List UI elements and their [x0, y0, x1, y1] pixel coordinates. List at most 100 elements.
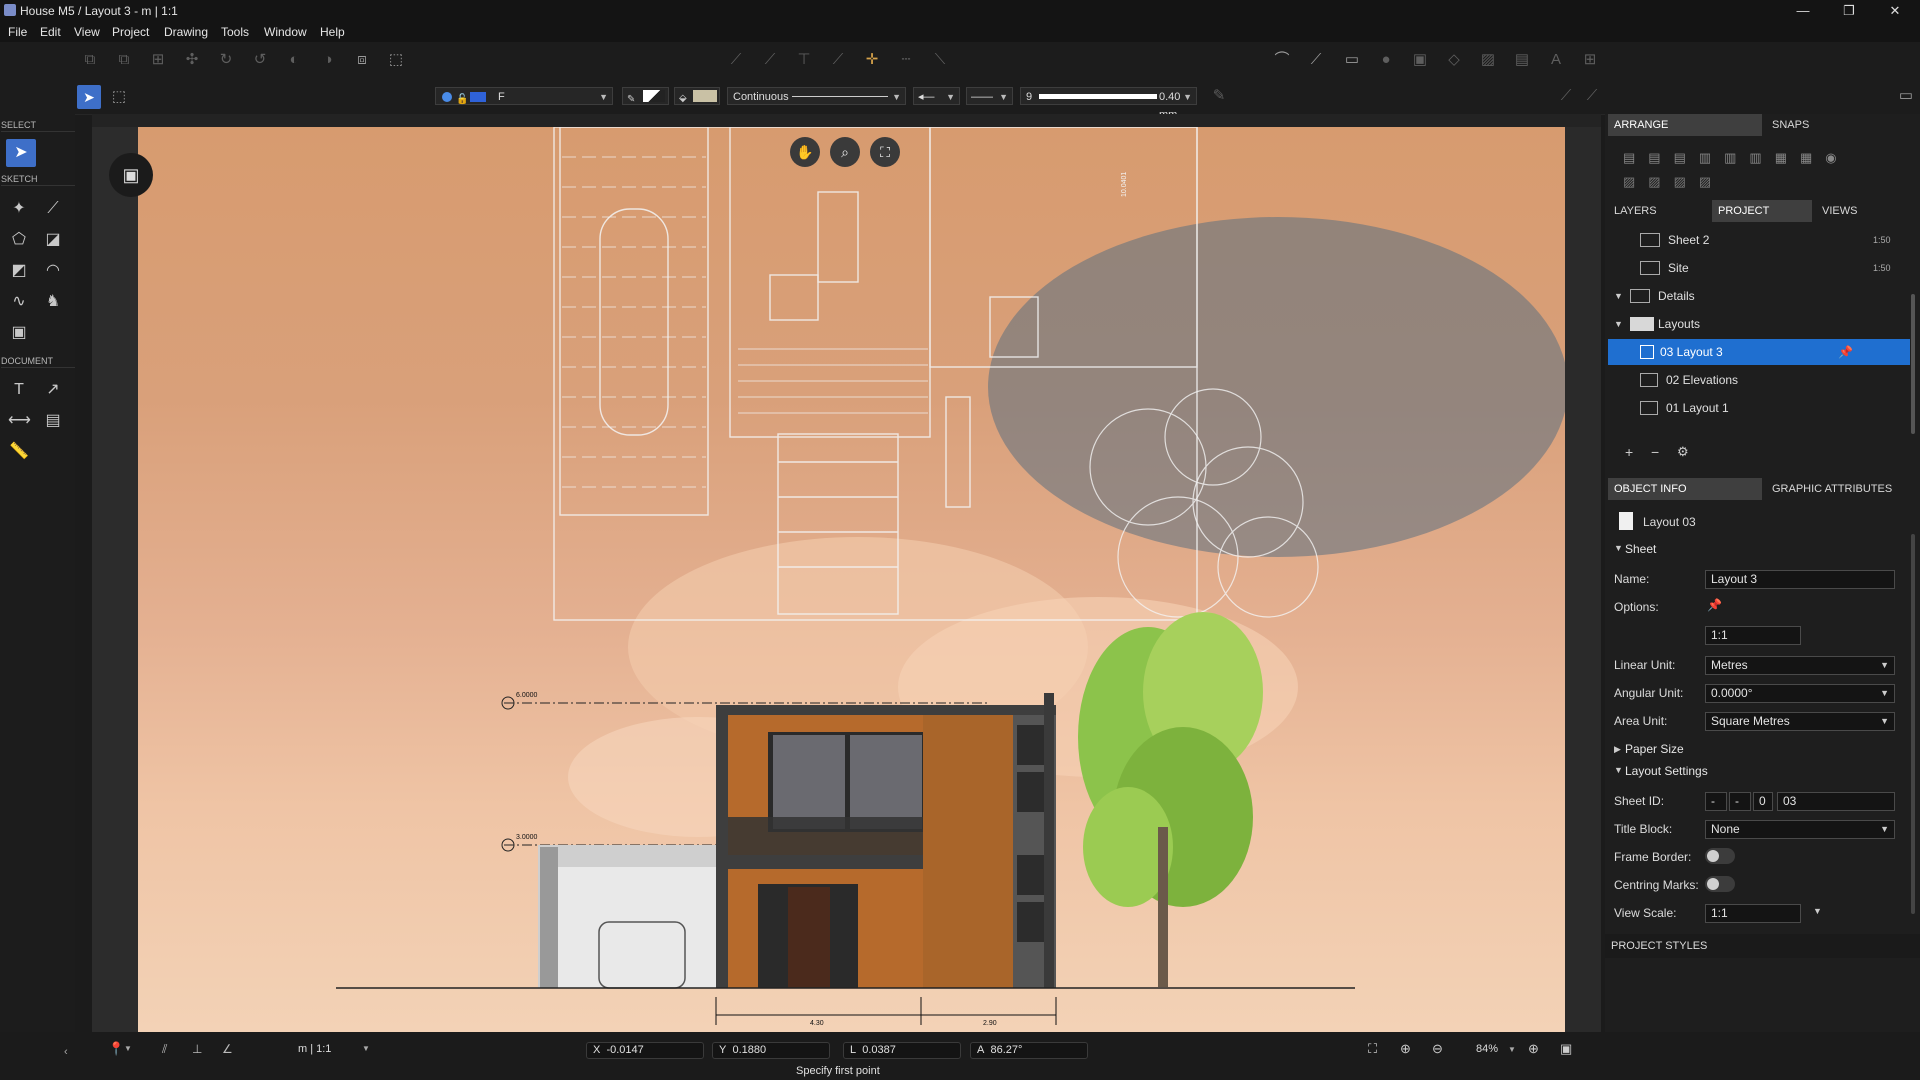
view-scale-field[interactable]: 1:1 — [1705, 904, 1801, 923]
perpendicular-snap-icon[interactable]: ⊥ — [192, 1042, 202, 1056]
symbol-tool-icon[interactable]: ♞ — [42, 291, 64, 313]
tree-item-elevations[interactable]: 02 Elevations — [1608, 367, 1908, 393]
mirror-icon[interactable]: ◐ — [284, 50, 304, 70]
fit-view-icon[interactable]: ⛶ — [870, 137, 900, 167]
options-scale-field[interactable]: 1:1 — [1705, 626, 1801, 645]
group-icon[interactable]: ⧉ — [80, 50, 100, 70]
tree-item-layouts[interactable]: ▼ Layouts — [1608, 311, 1908, 337]
tree-item-layout-1[interactable]: 01 Layout 1 — [1608, 395, 1908, 421]
chamfer-icon[interactable]: ⟋ — [1306, 50, 1326, 70]
close-button[interactable]: ✕ — [1872, 0, 1918, 22]
title-block-select[interactable]: None▼ — [1705, 820, 1895, 839]
image-icon[interactable]: ▤ — [1512, 50, 1532, 70]
zoom-fit-icon[interactable]: ⛶ — [1368, 1041, 1377, 1057]
linear-unit-select[interactable]: Metres▼ — [1705, 656, 1895, 675]
layer-dropdown[interactable]: 🔓 F ▼ — [435, 87, 613, 105]
menu-project[interactable]: Project — [112, 25, 149, 39]
marquee-select-icon[interactable]: ⬚ — [109, 87, 129, 107]
frame-border-toggle[interactable] — [1705, 848, 1735, 864]
zoom-level[interactable]: 84% — [1476, 1043, 1498, 1055]
remove-item-button[interactable]: − — [1651, 444, 1659, 460]
select-tool-icon[interactable]: ➤ — [6, 139, 36, 167]
rectangle-tool-icon[interactable]: ▭ — [1342, 50, 1362, 70]
arrowhead-start-dropdown[interactable]: ◂— ▼ — [913, 87, 960, 105]
tab-project[interactable]: PROJECT — [1712, 200, 1812, 222]
pin-icon[interactable]: 📍 — [108, 1041, 124, 1057]
add-item-button[interactable]: + — [1625, 444, 1633, 460]
pin-icon[interactable]: 📌 — [1707, 598, 1722, 612]
menu-drawing[interactable]: Drawing — [164, 25, 208, 39]
angular-unit-select[interactable]: 0.0000°▼ — [1705, 684, 1895, 703]
info-scrollbar[interactable] — [1911, 534, 1915, 914]
ungroup-icon[interactable]: ⧉ — [114, 50, 134, 70]
tree-item-details[interactable]: ▼ Details — [1608, 283, 1908, 309]
angle-snap-icon[interactable]: ∠ — [222, 1042, 233, 1056]
crop-icon[interactable]: ⬚ — [386, 50, 406, 70]
length-field[interactable]: L 0.0387 — [843, 1042, 961, 1059]
distribute-icons[interactable]: ▨▨▨▨ — [1623, 174, 1913, 190]
parallel-snap-icon[interactable]: ⫽ — [162, 1042, 167, 1057]
point-tool-icon[interactable]: ✦ — [8, 198, 30, 220]
tab-snaps[interactable]: SNAPS — [1766, 114, 1920, 136]
fill-style-dropdown[interactable]: ⬙ — [674, 87, 720, 105]
rotate-text-icon[interactable]: ↺ — [250, 50, 270, 70]
selection-arrow-icon[interactable]: ➤ — [77, 85, 101, 109]
image-tool-icon[interactable]: ▣ — [8, 322, 30, 344]
centring-marks-toggle[interactable] — [1705, 876, 1735, 892]
polygon-tool-icon[interactable]: ⬠ — [8, 229, 30, 251]
hatch-tool-icon[interactable]: ◩ — [8, 260, 30, 282]
line-type-dropdown[interactable]: Continuous ▼ — [727, 87, 906, 105]
zoom-out-icon[interactable]: ⊖ — [1432, 1041, 1443, 1057]
angle-field[interactable]: A 86.27° — [970, 1042, 1088, 1059]
zoom-icon[interactable]: ⌕ — [830, 137, 860, 167]
offset-icon[interactable]: ┄ — [896, 50, 916, 70]
pick-attributes-icon[interactable]: ⟋ — [1556, 86, 1576, 106]
layout-settings-header[interactable]: Layout Settings — [1625, 764, 1708, 778]
paper-size-header[interactable]: Paper Size — [1625, 742, 1684, 756]
minimize-button[interactable]: — — [1780, 0, 1826, 22]
apply-attributes-icon[interactable]: ⟋ — [1582, 86, 1602, 106]
rotate-icon[interactable]: ↻ — [216, 50, 236, 70]
name-field[interactable]: Layout 3 — [1705, 570, 1895, 589]
align-icons[interactable]: ▤▤▤▥▥▥▦▦◉ — [1623, 150, 1913, 166]
vertical-scrollbar[interactable] — [1565, 127, 1601, 1032]
panel-toggle-icon[interactable]: ▭ — [1896, 86, 1916, 106]
line-weight-dropdown[interactable]: 9 0.40 mm ▼ — [1020, 87, 1197, 105]
project-styles-header[interactable]: PROJECT STYLES — [1611, 940, 1707, 952]
chevron-left-icon[interactable]: ‹ — [64, 1046, 68, 1058]
rectangle-tool-icon[interactable]: ◪ — [42, 229, 64, 251]
explode-icon[interactable]: ✣ — [182, 50, 202, 70]
display-options-icon[interactable]: ▣ — [1560, 1041, 1572, 1057]
sheet-id-prefix-1[interactable]: - — [1705, 792, 1727, 811]
chevron-down-icon[interactable]: ▼ — [1508, 1045, 1516, 1054]
fillet-icon[interactable]: ⌒ — [1272, 50, 1292, 70]
arrowhead-end-dropdown[interactable]: —— ▼ — [966, 87, 1013, 105]
sheet-id-prefix-2[interactable]: - — [1729, 792, 1751, 811]
join-icon[interactable]: ⊤ — [794, 50, 814, 70]
text-tool-icon[interactable]: T — [8, 379, 30, 401]
hatch-icon[interactable]: ▨ — [1478, 50, 1498, 70]
menu-help[interactable]: Help — [320, 25, 345, 39]
chevron-down-icon[interactable]: ▼ — [362, 1044, 370, 1053]
paint-icon[interactable]: ● — [1376, 50, 1396, 70]
tab-object-info[interactable]: OBJECT INFO — [1608, 478, 1762, 500]
chevron-down-icon[interactable]: ▼ — [1813, 906, 1822, 916]
pen-style-dropdown[interactable]: ✎ — [622, 87, 669, 105]
table-tool-icon[interactable]: ▤ — [42, 410, 64, 432]
window-select-icon[interactable]: ⧈ — [352, 50, 372, 70]
x-coordinate-field[interactable]: X -0.0147 — [586, 1042, 704, 1059]
callout-tool-icon[interactable]: ↗ — [42, 379, 64, 401]
menu-file[interactable]: File — [8, 25, 27, 39]
view-navigator-icon[interactable]: ▣ — [109, 153, 153, 197]
tree-item-site[interactable]: Site 1:50 — [1608, 255, 1908, 281]
intersect-icon[interactable]: ✛ — [862, 50, 882, 70]
tag-icon[interactable]: ◇ — [1444, 50, 1464, 70]
curve-tool-icon[interactable]: ∿ — [8, 291, 30, 313]
tree-item-sheet-2[interactable]: Sheet 2 1:50 — [1608, 227, 1908, 253]
tab-graphic-attributes[interactable]: GRAPHIC ATTRIBUTES — [1766, 478, 1920, 500]
tab-arrange[interactable]: ARRANGE — [1608, 114, 1762, 136]
gear-icon[interactable]: ⚙ — [1677, 444, 1689, 460]
arc-tool-icon[interactable]: ◠ — [42, 260, 64, 282]
tree-scrollbar[interactable] — [1911, 294, 1915, 434]
edit-attributes-icon[interactable]: ✎ — [1209, 86, 1229, 106]
